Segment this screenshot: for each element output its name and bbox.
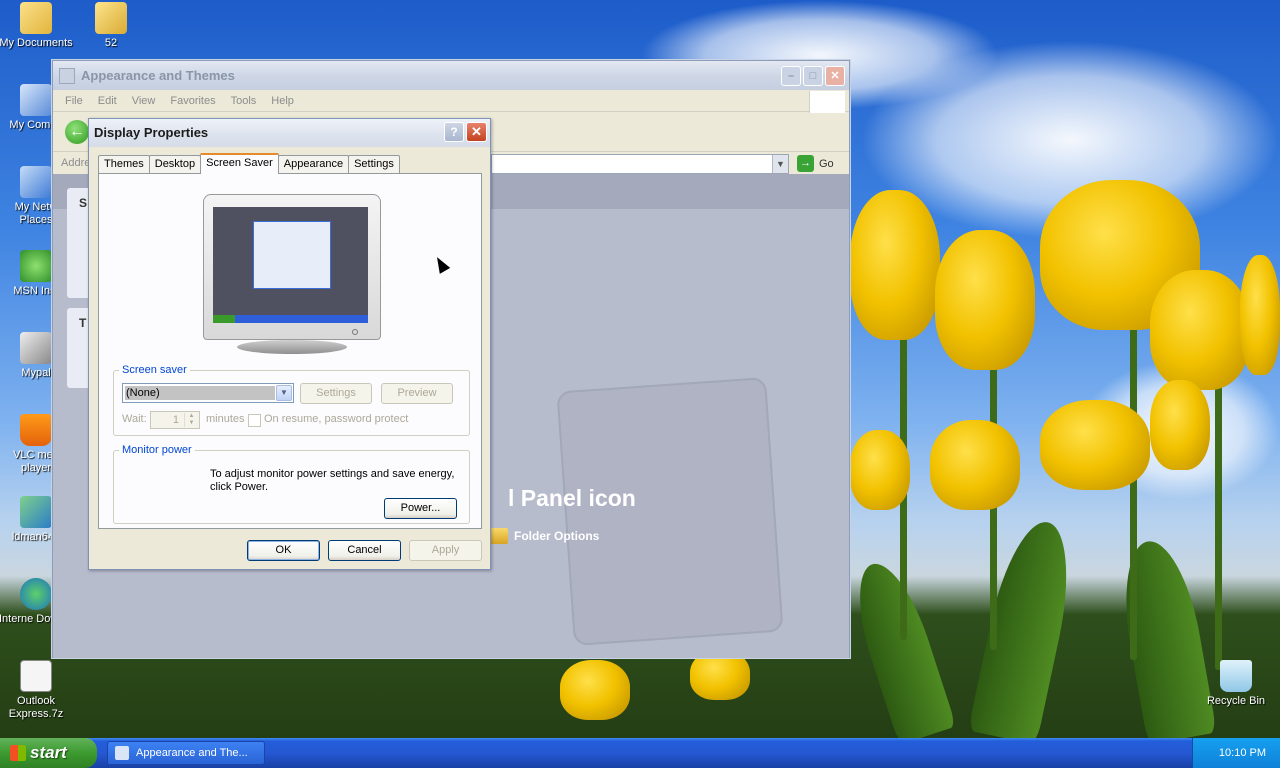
folder-doc-icon	[20, 2, 52, 34]
go-button[interactable]: Go	[819, 158, 834, 170]
wait-label: Wait:	[122, 413, 147, 425]
app-icon	[20, 332, 52, 364]
preview-screen	[213, 207, 368, 323]
folder-icon	[490, 528, 508, 544]
address-input[interactable]: ▼	[491, 154, 789, 174]
folder-options-link[interactable]: Folder Options	[490, 528, 599, 544]
tab-settings[interactable]: Settings	[348, 155, 400, 174]
screen-saver-settings-button[interactable]: Settings	[300, 383, 372, 404]
menu-file[interactable]: File	[65, 95, 83, 107]
wait-minutes-spinner[interactable]: 1 ▲ ▼	[150, 411, 200, 429]
dialog-title: Display Properties	[94, 125, 209, 140]
dialog-titlebar[interactable]: Display Properties ? ✕	[89, 119, 490, 147]
maximize-button[interactable]: □	[803, 66, 823, 86]
section-heading: l Panel icon	[508, 485, 636, 511]
chevron-down-icon[interactable]: ▼	[276, 385, 292, 401]
explorer-title: Appearance and Themes	[81, 68, 235, 83]
app-icon	[20, 496, 52, 528]
power-button[interactable]: Power...	[384, 498, 457, 519]
recycle-bin-icon	[1220, 660, 1252, 692]
control-panel-icon	[59, 67, 75, 84]
tab-themes[interactable]: Themes	[98, 155, 150, 174]
desktop-icon-52[interactable]: 52	[73, 2, 149, 50]
download-icon	[20, 578, 52, 610]
control-panel-icon	[115, 746, 129, 760]
screen-saver-legend: Screen saver	[122, 364, 187, 376]
help-button[interactable]: ?	[444, 122, 464, 142]
archive-icon	[20, 660, 52, 692]
password-protect-label: On resume, password protect	[264, 413, 409, 425]
preview-window-thumbnail	[253, 221, 331, 289]
tab-desktop[interactable]: Desktop	[148, 155, 202, 174]
menu-view[interactable]: View	[132, 95, 156, 107]
taskbar-item-appearance-and-themes[interactable]: Appearance and The...	[107, 741, 265, 765]
monitor-stand	[237, 340, 347, 354]
system-tray: 10:10 PM	[1192, 738, 1280, 768]
menu-favorites[interactable]: Favorites	[170, 95, 215, 107]
back-arrow-icon[interactable]: ←	[65, 120, 89, 144]
windows-flag-icon	[10, 745, 26, 761]
preview-button[interactable]: Preview	[381, 383, 453, 404]
network-icon	[20, 166, 52, 198]
display-properties-dialog[interactable]: Display Properties ? ✕ Themes Desktop Sc…	[88, 118, 491, 570]
close-button[interactable]: ✕	[825, 66, 845, 86]
monitor-power-legend: Monitor power	[122, 444, 192, 456]
desktop-icon-recycle-bin[interactable]: Recycle Bin	[1198, 660, 1274, 708]
taskbar: start Appearance and The... ‹ 10:10 PM	[0, 738, 1280, 768]
monitor-power-description: To adjust monitor power settings and sav…	[210, 468, 455, 493]
wait-row: Wait: 1 ▲ ▼ minutes On resume, password p…	[122, 410, 467, 430]
msn-icon	[20, 250, 52, 282]
apply-button[interactable]: Apply	[409, 540, 482, 561]
spinner-arrows-icon[interactable]: ▲ ▼	[184, 413, 198, 427]
vlc-icon	[20, 414, 52, 446]
explorer-titlebar[interactable]: Appearance and Themes – □ ✕	[53, 61, 849, 90]
address-label: Addre	[61, 157, 91, 169]
clock[interactable]: 10:10 PM	[1219, 747, 1266, 759]
menu-tools[interactable]: Tools	[231, 95, 257, 107]
dialog-close-button[interactable]: ✕	[466, 122, 487, 142]
start-button[interactable]: start	[0, 738, 97, 768]
monitor-preview	[203, 194, 381, 340]
windows-logo-icon	[809, 91, 845, 113]
tab-appearance[interactable]: Appearance	[277, 155, 350, 174]
computer-icon	[20, 84, 52, 116]
monitor-power-group: Monitor power To adjust monitor power se…	[113, 444, 470, 524]
screen-saver-group: Screen saver (None) ▼ Settings Preview W…	[113, 364, 470, 436]
screen-saver-selected-value: (None)	[125, 386, 275, 400]
desktop-icon-outlook-express[interactable]: Outlook Express.7z	[0, 660, 74, 721]
desktop-icon-my-documents[interactable]: My Documents	[0, 2, 74, 50]
monitor-power-led-icon	[352, 329, 358, 335]
menu-help[interactable]: Help	[271, 95, 294, 107]
go-arrow-icon[interactable]: →	[797, 155, 814, 172]
minutes-label: minutes	[206, 413, 245, 425]
zip-folder-icon	[95, 2, 127, 34]
menu-bar: File Edit View Favorites Tools Help	[53, 90, 849, 112]
menu-edit[interactable]: Edit	[98, 95, 117, 107]
cancel-button[interactable]: Cancel	[328, 540, 401, 561]
tab-strip: Themes Desktop Screen Saver Appearance S…	[98, 153, 400, 174]
screen-saver-select[interactable]: (None) ▼	[122, 383, 294, 403]
minimize-button[interactable]: –	[781, 66, 801, 86]
tab-screen-saver[interactable]: Screen Saver	[200, 153, 279, 174]
password-protect-checkbox[interactable]	[248, 414, 261, 427]
ok-button[interactable]: OK	[247, 540, 320, 561]
screen-saver-panel: Screen saver (None) ▼ Settings Preview W…	[98, 173, 482, 529]
chevron-down-icon[interactable]: ▼	[772, 155, 788, 173]
